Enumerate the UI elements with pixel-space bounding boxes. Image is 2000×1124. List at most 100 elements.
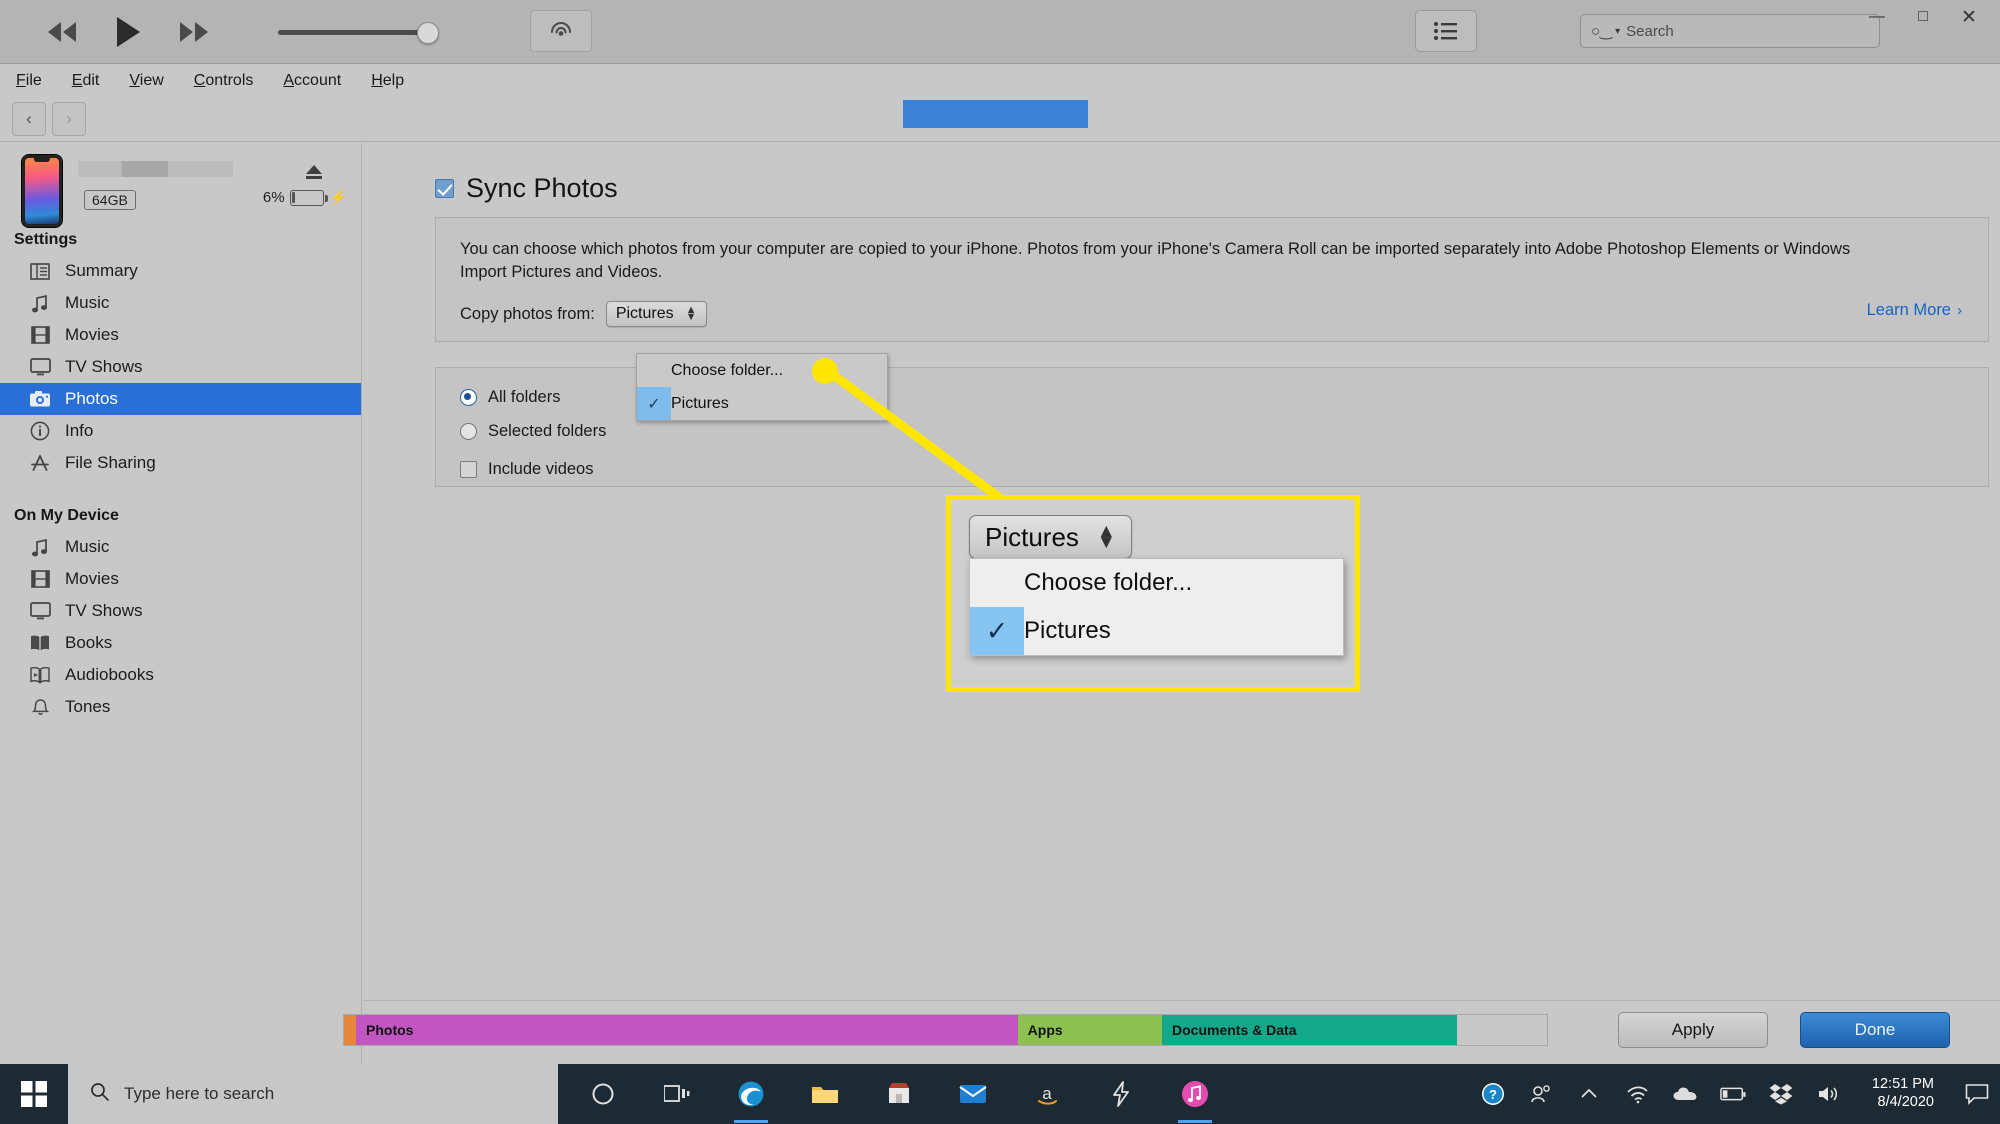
capacity-segment-documents[interactable]: Documents & Data (1162, 1015, 1457, 1045)
volume-knob[interactable] (417, 21, 439, 44)
selected-folders-option[interactable]: Selected folders (460, 422, 606, 441)
app-store-a-icon (28, 452, 52, 474)
sidebar-item-label: Audiobooks (65, 665, 154, 684)
eject-icon[interactable] (303, 163, 325, 181)
selected-folders-radio[interactable] (460, 423, 477, 440)
sync-photos-row[interactable]: Sync Photos (435, 173, 618, 204)
checkmark-glyph: ✓ (985, 615, 1009, 646)
callout-menu[interactable]: Choose folder... ✓ Pictures (969, 558, 1344, 656)
sidebar-device-item-music[interactable]: Music (0, 531, 361, 563)
capacity-segment-apps[interactable]: Apps (1017, 1015, 1163, 1045)
copy-photos-from-label: Copy photos from: (460, 304, 595, 323)
itunes-icon[interactable] (1172, 1064, 1218, 1124)
minimize-button[interactable]: — (1854, 2, 1900, 32)
sidebar-item-label: File Sharing (65, 453, 156, 472)
edge-icon[interactable] (728, 1064, 774, 1124)
cortana-circle-icon[interactable] (580, 1064, 626, 1124)
sidebar-device-item-tones[interactable]: Tones (0, 691, 361, 723)
summary-icon (28, 260, 52, 282)
callout-item-pictures[interactable]: ✓ Pictures (970, 607, 1343, 655)
include-videos-checkbox[interactable] (460, 461, 477, 478)
bell-icon (28, 696, 52, 718)
chevron-up-icon[interactable] (1576, 1081, 1602, 1107)
rewind-icon[interactable] (40, 10, 84, 54)
sidebar-item-summary[interactable]: Summary (0, 255, 361, 287)
forward-button[interactable]: › (52, 102, 86, 136)
menu-file[interactable]: FFileile (12, 70, 46, 92)
sync-photos-checkbox[interactable] (435, 179, 454, 198)
clock-time: 12:51 PM (1871, 1076, 1934, 1093)
help-circle-icon[interactable]: ? (1480, 1081, 1506, 1107)
search-icon (90, 1082, 110, 1107)
dropdown-item-label: Choose folder... (671, 361, 784, 379)
taskbar-clock[interactable]: 12:51 PM 8/4/2020 (1872, 1076, 1934, 1111)
microsoft-store-icon[interactable] (876, 1064, 922, 1124)
learn-more-link[interactable]: Learn More › (1867, 301, 1962, 320)
capacity-segment-photos[interactable]: Photos (356, 1015, 1018, 1045)
onedrive-icon[interactable] (1672, 1081, 1698, 1107)
sidebar-item-tv-shows[interactable]: TV Shows (0, 351, 361, 383)
sidebar-device-item-tv-shows[interactable]: TV Shows (0, 595, 361, 627)
checkmark-icon: ✓ (970, 607, 1024, 655)
dropdown-item-choose-folder[interactable]: Choose folder... (637, 354, 887, 387)
mail-icon[interactable] (950, 1064, 996, 1124)
dropbox-icon[interactable] (1768, 1081, 1794, 1107)
menu-edit[interactable]: Edit (68, 70, 104, 92)
taskbar-search-input[interactable]: Type here to search (68, 1064, 558, 1124)
menu-view[interactable]: View (125, 70, 167, 92)
include-videos-option[interactable]: Include videos (460, 460, 594, 479)
back-button[interactable]: ‹ (12, 102, 46, 136)
sidebar-item-label: Movies (65, 325, 119, 344)
wifi-icon[interactable] (1624, 1081, 1650, 1107)
volume-icon[interactable] (1816, 1081, 1842, 1107)
action-center-icon[interactable] (1964, 1081, 1990, 1107)
sidebar-item-info[interactable]: Info (0, 415, 361, 447)
close-button[interactable]: ✕ (1946, 2, 1992, 32)
sidebar-device-item-movies[interactable]: Movies (0, 563, 361, 595)
sidebar-item-movies[interactable]: Movies (0, 319, 361, 351)
callout-item-choose-folder[interactable]: Choose folder... (970, 559, 1343, 607)
menu-controls[interactable]: Controls (190, 70, 258, 92)
sidebar: 64GB 6% ⚡ Settings Summary Music Movies … (0, 143, 362, 1064)
library-list-icon[interactable] (1415, 10, 1477, 52)
volume-slider[interactable] (278, 0, 439, 64)
lightning-icon[interactable] (1098, 1064, 1144, 1124)
all-folders-label: All folders (488, 388, 561, 406)
people-icon[interactable] (1528, 1081, 1554, 1107)
sidebar-device-header: On My Device (14, 507, 119, 524)
sidebar-item-label: Music (65, 293, 110, 312)
sidebar-item-photos[interactable]: Photos (0, 383, 361, 415)
sidebar-device-item-books[interactable]: Books (0, 627, 361, 659)
window-controls: — □ ✕ (1854, 2, 1992, 32)
transport-controls (40, 0, 216, 64)
music-note-icon (28, 292, 52, 314)
task-view-icon[interactable] (654, 1064, 700, 1124)
sidebar-item-music[interactable]: Music (0, 287, 361, 319)
airplay-icon[interactable] (530, 10, 592, 52)
sidebar-item-file-sharing[interactable]: File Sharing (0, 447, 361, 479)
done-button[interactable]: Done (1800, 1012, 1950, 1048)
apply-button[interactable]: Apply (1618, 1012, 1768, 1048)
search-input[interactable]: ○‿ ▾ Search (1580, 14, 1880, 48)
sidebar-item-label: Music (65, 537, 110, 556)
battery-icon[interactable] (1720, 1081, 1746, 1107)
windows-start-icon[interactable] (0, 1064, 68, 1124)
menu-help[interactable]: Help (367, 70, 408, 92)
maximize-button[interactable]: □ (1900, 2, 1946, 32)
all-folders-option[interactable]: All folders (460, 388, 560, 407)
audiobook-icon (28, 664, 52, 686)
fast-forward-icon[interactable] (172, 10, 216, 54)
callout-select[interactable]: Pictures ▲ ▼ (969, 515, 1132, 559)
all-folders-radio[interactable] (460, 389, 477, 406)
amazon-icon[interactable]: a (1024, 1064, 1070, 1124)
play-icon[interactable] (106, 10, 150, 54)
select-value: Pictures (615, 305, 674, 322)
copy-photos-from-dropdown[interactable]: Choose folder... ✓ Pictures (636, 353, 888, 421)
dropdown-item-pictures[interactable]: ✓ Pictures (637, 387, 887, 420)
file-explorer-icon[interactable] (802, 1064, 848, 1124)
menu-account[interactable]: Account (279, 70, 345, 92)
magnified-dropdown-callout: Pictures ▲ ▼ Choose folder... ✓ Pictures (946, 495, 1360, 692)
sidebar-device-item-audiobooks[interactable]: Audiobooks (0, 659, 361, 691)
copy-photos-from-select[interactable]: Pictures ▲ ▼ (605, 301, 707, 327)
tv-icon (28, 600, 52, 622)
